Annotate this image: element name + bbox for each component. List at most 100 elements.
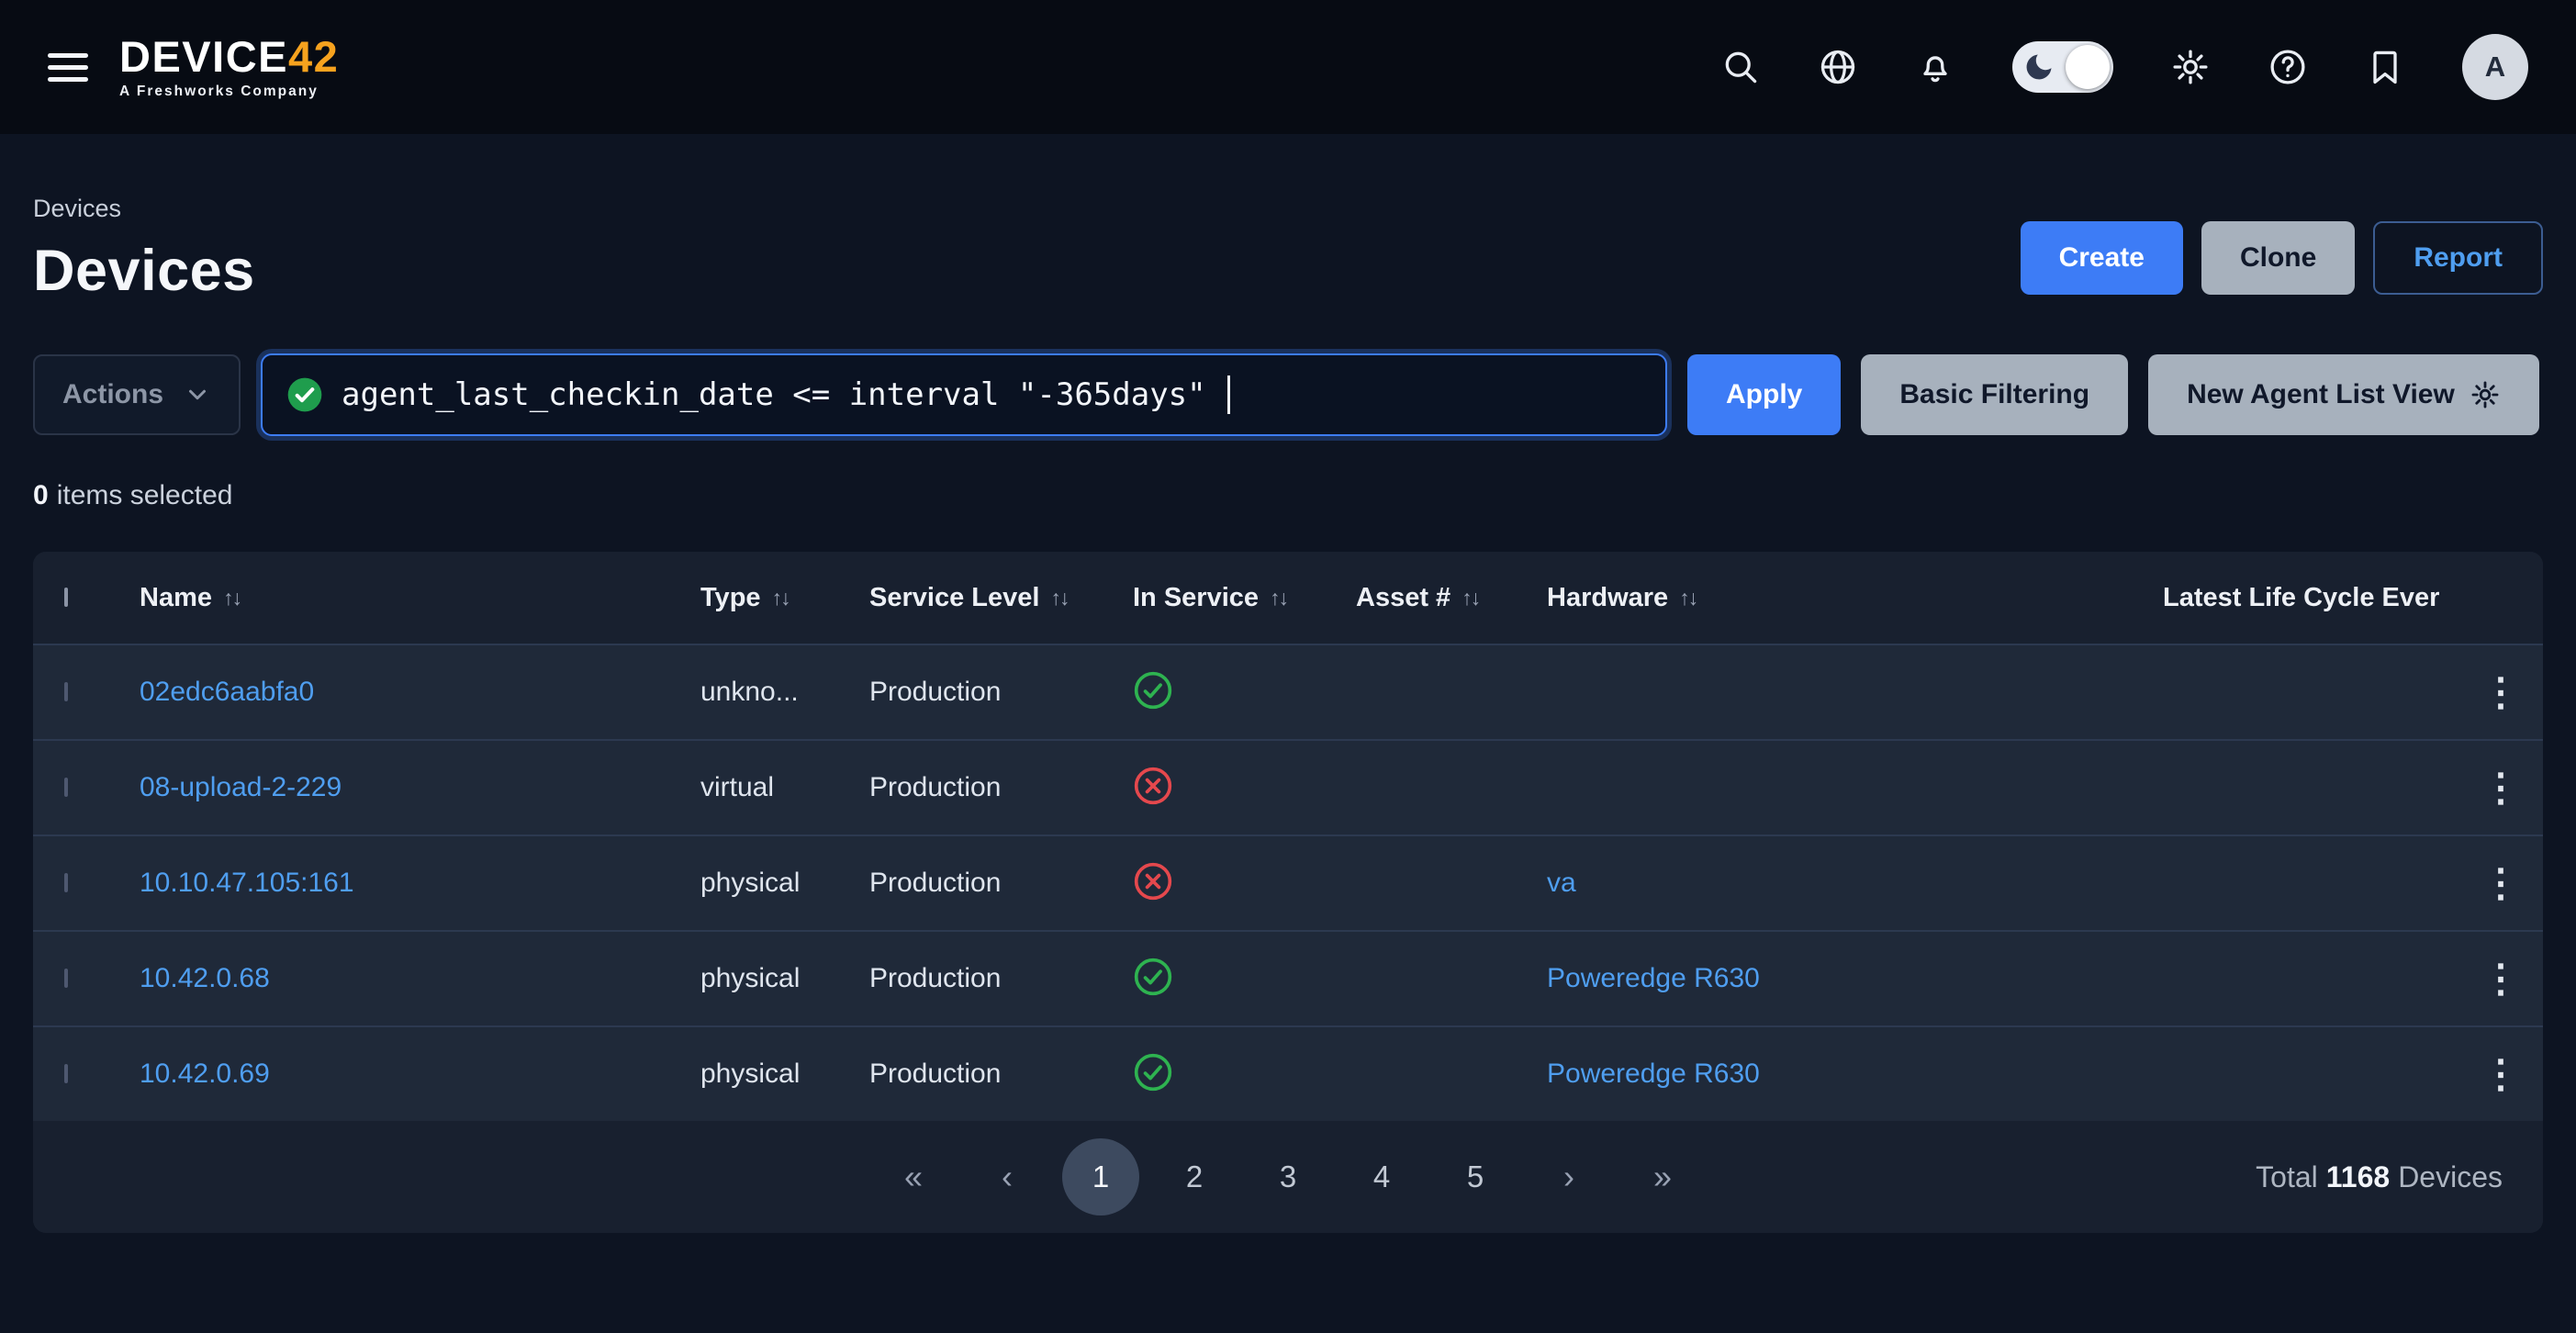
menu-button[interactable]	[48, 53, 88, 82]
selection-count: 0	[33, 480, 49, 510]
total-value: 1168	[2326, 1160, 2390, 1193]
hardware-link[interactable]: Poweredge R630	[1547, 1059, 1760, 1089]
language-button[interactable]	[1818, 47, 1858, 87]
bookmark-button[interactable]	[2365, 47, 2405, 87]
selection-summary: 0 items selected	[33, 480, 2543, 511]
service-level: Production	[869, 677, 1133, 708]
sort-icon: ↑↓	[1050, 586, 1068, 610]
filter-row: Actions agent_last_checkin_date <= inter…	[33, 353, 2543, 436]
page-button-1[interactable]: 1	[1054, 1138, 1148, 1215]
table-row: 10.10.47.105:161 physical Production va …	[33, 835, 2543, 930]
table-row: 02edc6aabfa0 unkno... Production ⋮	[33, 644, 2543, 739]
device-name-link[interactable]: 10.10.47.105:161	[140, 868, 354, 898]
in-service-yes-icon	[1133, 1052, 1356, 1097]
in-service-yes-icon	[1133, 670, 1356, 715]
row-menu-button[interactable]: ⋮	[2481, 959, 2520, 998]
page-button-2[interactable]: 2	[1148, 1138, 1241, 1215]
device-type: virtual	[700, 772, 869, 803]
new-agent-list-view-button[interactable]: New Agent List View	[2148, 354, 2539, 435]
selection-label: items selected	[57, 480, 233, 510]
breadcrumb[interactable]: Devices	[33, 195, 255, 223]
sort-icon: ↑↓	[1270, 586, 1287, 610]
total-count: Total1168Devices	[2256, 1160, 2503, 1194]
clone-button[interactable]: Clone	[2201, 221, 2355, 295]
new-agent-list-view-label: New Agent List View	[2187, 379, 2455, 410]
filter-query-input[interactable]: agent_last_checkin_date <= interval "-36…	[261, 353, 1667, 436]
total-prefix: Total	[2256, 1160, 2318, 1193]
create-button[interactable]: Create	[2021, 221, 2183, 295]
service-level: Production	[869, 772, 1133, 803]
help-button[interactable]	[2268, 47, 2308, 87]
device-name-link[interactable]: 02edc6aabfa0	[140, 677, 314, 707]
prev-page-button[interactable]: ‹	[960, 1158, 1054, 1196]
hardware-link[interactable]: Poweredge R630	[1547, 963, 1760, 993]
device-name-link[interactable]: 10.42.0.69	[140, 1059, 270, 1089]
row-checkbox[interactable]	[64, 682, 68, 701]
last-page-button[interactable]: »	[1616, 1158, 1709, 1196]
text-caret	[1227, 375, 1230, 414]
brand-accent: 42	[288, 32, 339, 81]
row-checkbox[interactable]	[64, 873, 68, 892]
head-actions: Create Clone Report	[2021, 221, 2543, 295]
page-title: Devices	[33, 238, 255, 304]
brand-wordmark: DEVICE42	[119, 35, 339, 78]
query-valid-icon	[286, 376, 323, 413]
basic-filtering-button[interactable]: Basic Filtering	[1861, 354, 2128, 435]
page-button-3[interactable]: 3	[1241, 1138, 1335, 1215]
service-level: Production	[869, 963, 1133, 994]
row-checkbox[interactable]	[64, 969, 68, 988]
page-button-5[interactable]: 5	[1428, 1138, 1522, 1215]
device-name-link[interactable]: 10.42.0.68	[140, 963, 270, 993]
select-all-checkbox[interactable]	[64, 588, 68, 607]
col-service-level[interactable]: Service Level↑↓	[869, 583, 1133, 613]
apply-button[interactable]: Apply	[1687, 354, 1841, 435]
moon-icon	[2022, 50, 2055, 84]
hamburger-icon	[48, 53, 88, 58]
col-hardware[interactable]: Hardware↑↓	[1547, 583, 2163, 613]
col-type[interactable]: Type↑↓	[700, 583, 869, 613]
col-asset[interactable]: Asset #↑↓	[1356, 583, 1547, 613]
col-in-service[interactable]: In Service↑↓	[1133, 583, 1356, 613]
sort-icon: ↑↓	[1462, 586, 1479, 610]
service-level: Production	[869, 868, 1133, 899]
row-menu-button[interactable]: ⋮	[2481, 673, 2520, 711]
settings-button[interactable]	[2170, 47, 2211, 87]
table-row: 08-upload-2-229 virtual Production ⋮	[33, 739, 2543, 835]
device-type: physical	[700, 1059, 869, 1090]
toggle-knob	[2066, 45, 2110, 89]
row-checkbox[interactable]	[64, 1064, 68, 1083]
sort-icon: ↑↓	[1679, 586, 1697, 610]
gear-icon	[2170, 47, 2211, 87]
device-type: physical	[700, 963, 869, 994]
col-name[interactable]: Name↑↓	[140, 583, 700, 613]
page-button-4[interactable]: 4	[1335, 1138, 1428, 1215]
row-menu-button[interactable]: ⋮	[2481, 768, 2520, 807]
theme-toggle[interactable]	[2012, 41, 2113, 93]
hardware-link[interactable]: va	[1547, 868, 1576, 898]
avatar[interactable]: A	[2462, 34, 2528, 100]
pagination: « ‹ 1 2 3 4 5 › » Total1168Devices	[33, 1121, 2543, 1233]
notifications-button[interactable]	[1915, 47, 1955, 87]
gear-icon	[2470, 379, 2501, 410]
service-level: Production	[869, 1059, 1133, 1090]
row-checkbox[interactable]	[64, 778, 68, 797]
total-suffix: Devices	[2398, 1160, 2503, 1193]
help-icon	[2268, 47, 2308, 87]
title-block: Devices Devices	[33, 195, 255, 304]
brand-name: DEVICE	[119, 32, 288, 81]
next-page-button[interactable]: ›	[1522, 1158, 1616, 1196]
row-menu-button[interactable]: ⋮	[2481, 1055, 2520, 1093]
device-type: physical	[700, 868, 869, 899]
device-type: unkno...	[700, 677, 869, 708]
actions-dropdown[interactable]: Actions	[33, 354, 241, 435]
page-controls: « ‹ 1 2 3 4 5 › »	[867, 1138, 1709, 1215]
avatar-initial: A	[2485, 50, 2505, 84]
page-head: Devices Devices Create Clone Report	[33, 195, 2543, 304]
navbar-left: DEVICE42 A Freshworks Company	[48, 35, 339, 99]
report-button[interactable]: Report	[2373, 221, 2543, 295]
row-menu-button[interactable]: ⋮	[2481, 864, 2520, 902]
search-button[interactable]	[1720, 47, 1761, 87]
brand-logo: DEVICE42 A Freshworks Company	[119, 35, 339, 99]
device-name-link[interactable]: 08-upload-2-229	[140, 772, 342, 802]
first-page-button[interactable]: «	[867, 1158, 960, 1196]
